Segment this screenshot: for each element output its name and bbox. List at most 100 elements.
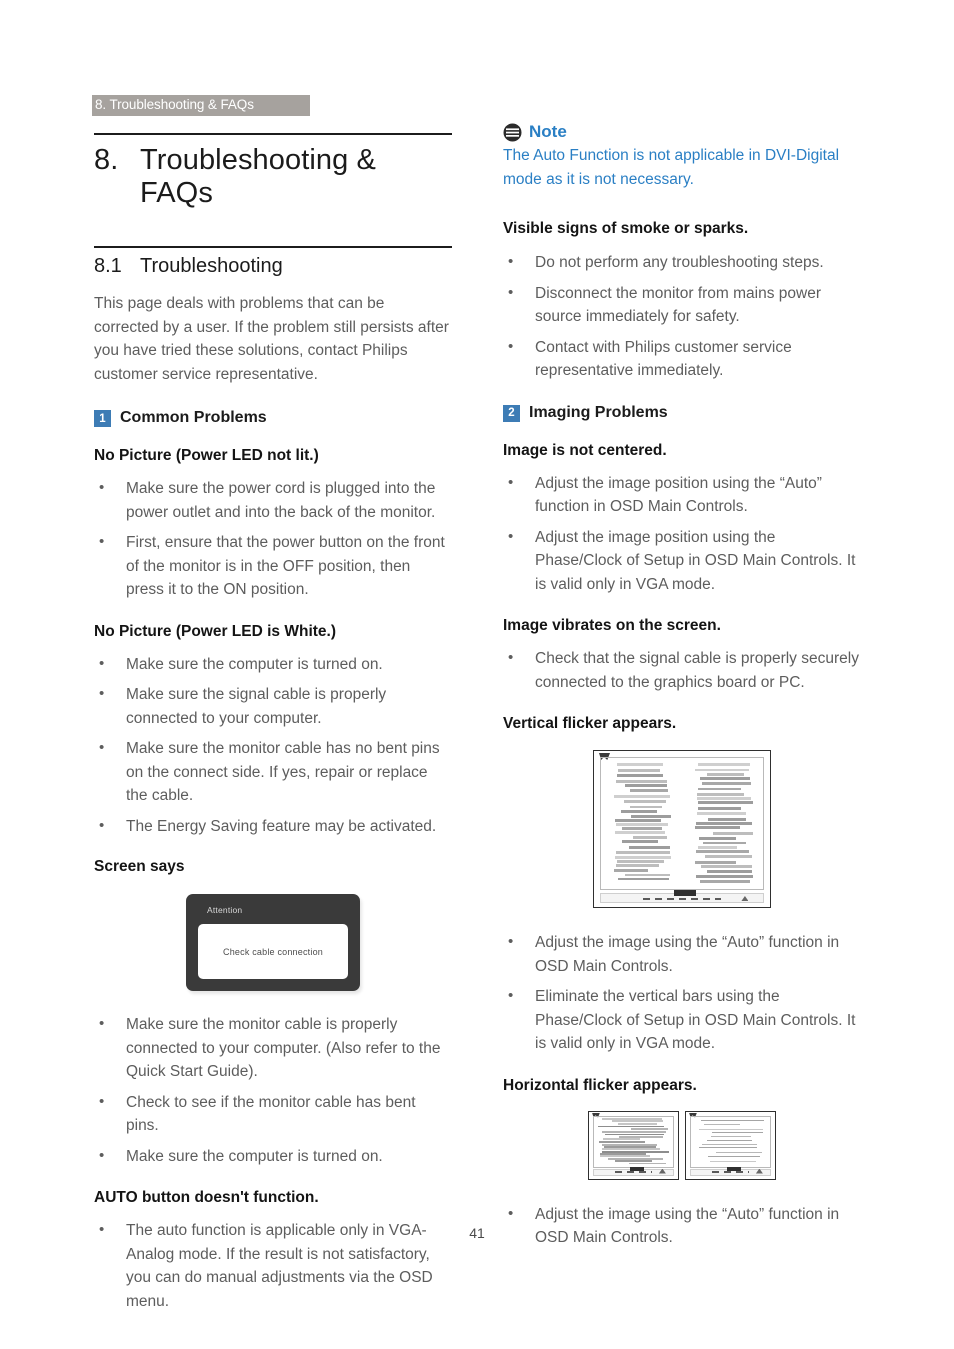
stripe: [698, 1147, 757, 1148]
section-number: 8.1: [94, 255, 122, 277]
stripe: [614, 856, 672, 860]
stripe: [616, 763, 663, 767]
right-column: Note The Auto Function is not applicable…: [503, 122, 861, 1250]
stripe: [629, 845, 670, 849]
stripe: [706, 870, 753, 873]
stripe: [614, 1159, 653, 1162]
test-pattern-screen: [690, 1115, 771, 1168]
stripe: [602, 1138, 640, 1141]
stripe: [617, 773, 663, 777]
stripe: [617, 877, 670, 881]
subheading-no-picture-led-white: No Picture (Power LED is White.): [94, 622, 336, 640]
group-heading-common-problems: 1 Common Problems: [94, 407, 452, 428]
scrollbar-dashes: [711, 1170, 750, 1173]
stripe: [696, 811, 747, 815]
stripe: [624, 783, 668, 787]
stripe: [615, 831, 665, 835]
stripe: [624, 873, 671, 877]
subheading-screen-says: Screen says: [94, 858, 185, 875]
group-badge-2: 2: [503, 404, 520, 422]
stripe-band-full: [696, 1119, 766, 1164]
scrollbar-grip-icon: [755, 1168, 763, 1174]
stripe: [706, 1139, 752, 1141]
list-item: Make sure the monitor cable has no bent …: [94, 736, 452, 808]
list-item: First, ensure that the power button on t…: [94, 530, 452, 602]
stripe: [622, 840, 658, 843]
stripe: [695, 826, 740, 830]
bullet-list-screen-says: Make sure the monitor cable is properly …: [94, 1012, 452, 1169]
bullet-list-led-white: Make sure the computer is turned on. Mak…: [94, 652, 452, 839]
bullet-list-smoke-sparks: Do not perform any troubleshooting steps…: [503, 250, 861, 383]
bullet-list-vertical-flicker: Adjust the image using the “Auto” functi…: [503, 930, 861, 1056]
test-pattern-scrollbar: [593, 1166, 674, 1176]
stripe: [698, 1128, 763, 1130]
stripe: [700, 777, 750, 781]
stripe: [703, 1123, 740, 1125]
stripe: [614, 794, 670, 798]
scrollbar-thumb: [673, 890, 696, 896]
left-column: 8. Troubleshooting & FAQs 8.1 Troublesho…: [94, 133, 452, 1313]
subheading-smoke-sparks: Visible signs of smoke or sparks.: [503, 220, 749, 237]
attention-dialog: Attention Check cable connection: [186, 894, 360, 991]
stripe: [615, 779, 667, 783]
stripe: [599, 1141, 646, 1143]
stripe: [699, 837, 736, 841]
stripe: [707, 1156, 760, 1157]
stripe: [700, 1119, 764, 1121]
stripe: [622, 826, 662, 830]
note-body: The Auto Function is not applicable in D…: [503, 147, 840, 188]
stripe-band-right: [695, 763, 753, 884]
group-title-1: Common Problems: [120, 409, 267, 426]
document-page: 8. Troubleshooting & FAQs 8. Troubleshoo…: [0, 0, 954, 1349]
test-pattern-scrollbar: [690, 1166, 771, 1176]
stripe: [713, 832, 753, 836]
stripe: [631, 814, 672, 818]
stripe: [700, 865, 752, 868]
stripe: [697, 787, 742, 791]
stripe: [708, 817, 747, 821]
subheading-auto-button: AUTO button doesn't function.: [94, 1189, 319, 1206]
list-item: Make sure the computer is turned on.: [94, 1144, 452, 1169]
stripe: [618, 768, 660, 772]
stripe: [695, 822, 752, 826]
stripe: [633, 835, 668, 839]
test-pattern-screen: [600, 757, 764, 890]
stripe: [615, 864, 659, 868]
section-intro: This page deals with problems that can b…: [94, 295, 449, 383]
stripe: [698, 763, 751, 767]
stripe: [614, 869, 648, 873]
stripe: [631, 1128, 668, 1131]
bullet-list-led-not-lit: Make sure the power cord is plugged into…: [94, 476, 452, 602]
attention-dialog-title: Attention: [207, 905, 243, 915]
vertical-flicker-figure: [503, 750, 861, 908]
group-title-2: Imaging Problems: [529, 403, 668, 421]
test-pattern-screen: [593, 1115, 674, 1168]
stripe: [703, 841, 746, 845]
group-heading-imaging-problems: 2 Imaging Problems: [503, 402, 861, 423]
horizontal-flicker-figure: [503, 1110, 861, 1180]
list-item: Make sure the monitor cable is properly …: [94, 1012, 452, 1084]
list-item: Adjust the image using the “Auto” functi…: [503, 930, 861, 978]
group-badge-1: 1: [94, 410, 111, 427]
list-item: The Energy Saving feature may be activat…: [94, 814, 452, 839]
chapter-number: 8.: [94, 144, 119, 176]
stripe: [601, 1148, 661, 1151]
running-header-tab: 8. Troubleshooting & FAQs: [92, 95, 310, 116]
list-item: Adjust the image position using the “Aut…: [503, 471, 861, 519]
running-header-label: 8. Troubleshooting & FAQs: [95, 97, 254, 112]
stripe: [629, 805, 662, 809]
stripe: [695, 861, 737, 864]
stripe: [697, 806, 742, 810]
page-title: 8. Troubleshooting & FAQs: [94, 135, 452, 210]
list-item: Make sure the power cord is plugged into…: [94, 476, 452, 524]
note-icon: [503, 123, 522, 141]
stripe: [706, 773, 745, 776]
list-item: Eliminate the vertical bars using the Ph…: [503, 984, 861, 1056]
stripe: [630, 789, 669, 792]
list-item: Do not perform any troubleshooting steps…: [503, 250, 861, 275]
attention-dialog-panel: Check cable connection: [198, 924, 348, 979]
stripe: [697, 796, 752, 800]
stripe: [696, 792, 744, 796]
scrollbar-dashes: [614, 1170, 653, 1173]
chapter-title-text: Troubleshooting & FAQs: [140, 144, 376, 209]
